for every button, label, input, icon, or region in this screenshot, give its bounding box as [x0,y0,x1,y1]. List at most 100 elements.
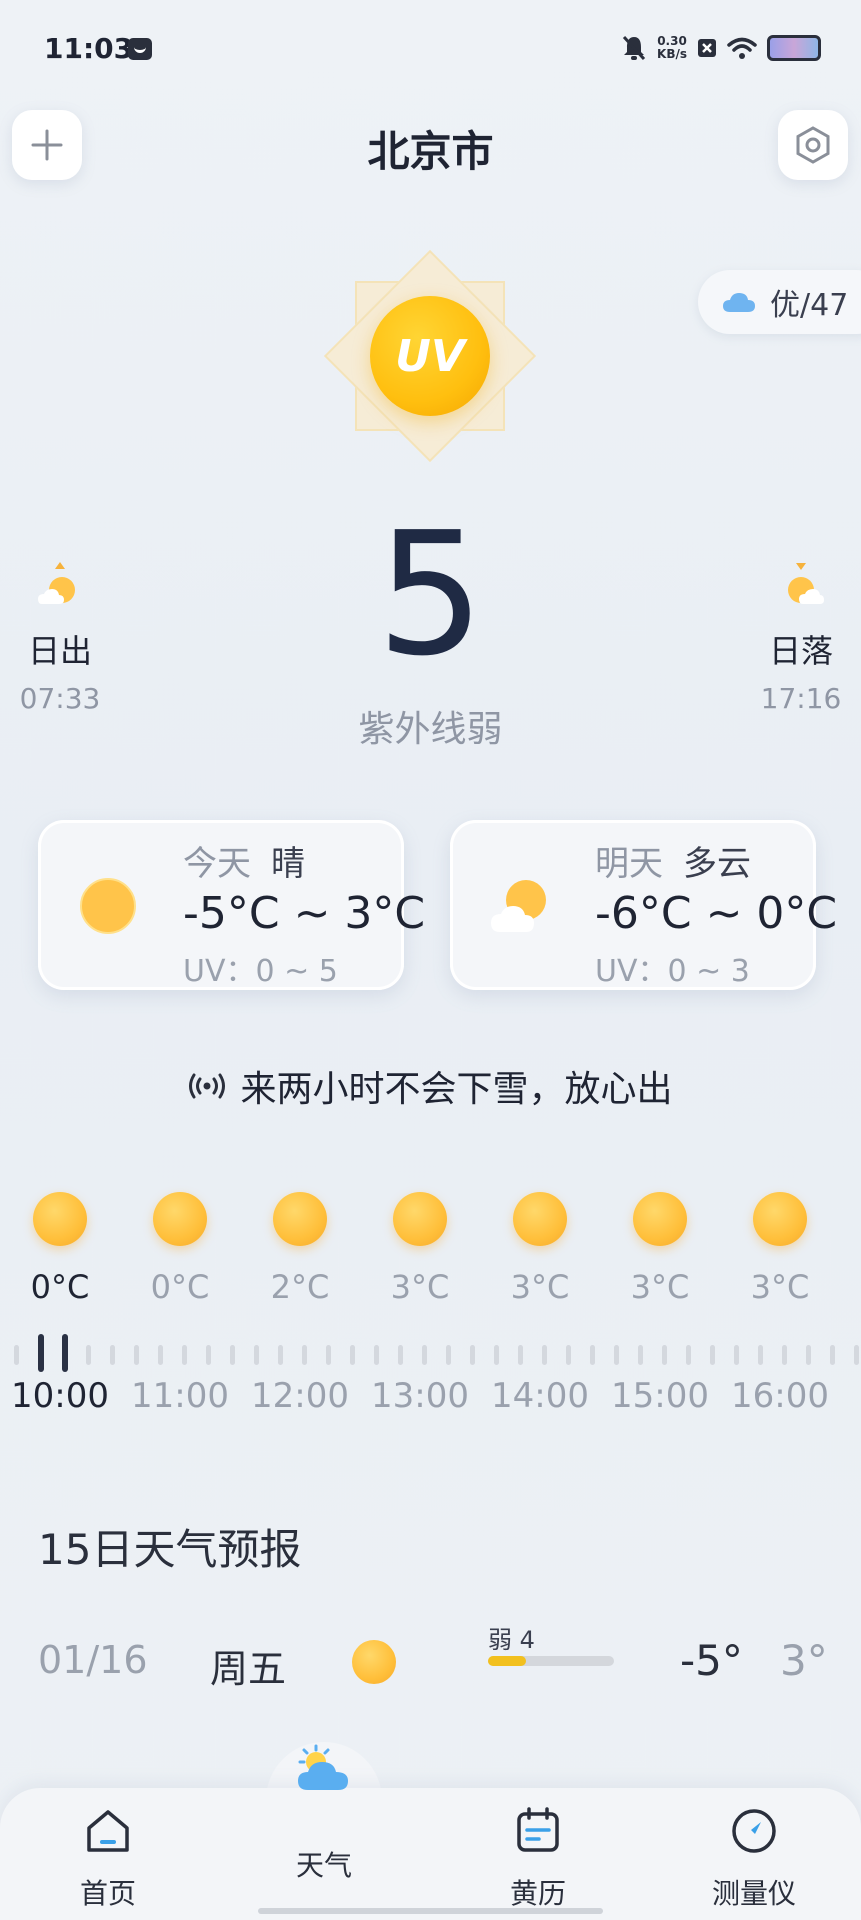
today-temp-range: -5°C ~ 3°C [183,888,425,939]
hour-column[interactable]: 0°C [120,1180,240,1306]
timeline-tick [542,1345,547,1365]
timeline-tick [638,1345,643,1365]
today-day: 今天 [183,844,251,884]
home-indicator [258,1908,603,1914]
calendar-icon [513,1806,563,1856]
hour-time: 16:00 [720,1376,840,1416]
aqi-pill[interactable]: 优/47 [698,270,861,334]
notice-text: 来两小时不会下雪，放心出 [240,1060,672,1112]
precipitation-notice[interactable]: 来两小时不会下雪，放心出 [0,1060,861,1112]
tomorrow-card[interactable]: 明天多云 -6°C ~ 0°C UV：0 ~ 3 [450,820,816,990]
uv-level-text: 紫外线弱 [0,700,861,752]
forecast-row[interactable]: 01/16 周五 弱 4 -5° 3° [0,1620,861,1700]
compass-icon [729,1806,779,1856]
nav-measure[interactable]: 测量仪 [664,1806,844,1912]
hour-temp: 3°C [720,1268,840,1306]
forecast-date: 01/16 [38,1638,148,1682]
hour-temp: 3°C [600,1268,720,1306]
timeline-tick [830,1345,835,1365]
hour-time: 13:00 [360,1376,480,1416]
hourly-timeline-ticks[interactable] [0,1330,861,1376]
timeline-tick [446,1345,451,1365]
timeline-tick [854,1345,859,1365]
timeline-tick [686,1345,691,1365]
city-title[interactable]: 北京市 [0,118,861,179]
nav-home-label: 首页 [18,1872,198,1912]
hour-column[interactable]: 0°C [0,1180,120,1306]
tomorrow-day: 明天 [595,844,663,884]
hour-time: 15:00 [600,1376,720,1416]
net-speed: 0.30 KB/s [657,35,687,61]
timeline-tick [86,1345,91,1365]
hour-temp: 0°C [0,1268,120,1306]
uv-badge: UV [320,246,540,466]
timeline-tick [350,1345,355,1365]
timeline-tick [494,1345,499,1365]
forecast-weekday: 周五 [210,1638,286,1693]
weather-cloud-icon [294,1744,354,1794]
timeline-tick [302,1345,307,1365]
tomorrow-uv-range: UV：0 ~ 3 [595,946,750,990]
tomorrow-condition: 多云 [683,844,751,884]
timeline-tick [710,1345,715,1365]
timeline-tick [806,1345,811,1365]
hour-column[interactable]: 2°C [240,1180,360,1306]
tomorrow-temp-range: -6°C ~ 0°C [595,888,837,939]
timeline-tick [278,1345,283,1365]
today-condition: 晴 [271,844,305,884]
sunny-icon [352,1640,396,1684]
status-bar: 11:03 0.30 KB/s [0,0,861,100]
timeline-active-tick [38,1334,44,1372]
timeline-tick [470,1345,475,1365]
broadcast-icon [188,1073,226,1099]
hour-time: 10:00 [0,1376,120,1416]
nav-calendar[interactable]: 黄历 [448,1806,628,1912]
today-uv-range: UV：0 ~ 5 [183,946,338,990]
home-icon [83,1806,133,1856]
hour-temp: 2°C [240,1268,360,1306]
nav-weather[interactable]: 天气 [234,1744,414,1884]
timeline-tick [374,1345,379,1365]
timeline-tick [758,1345,763,1365]
hourly-forecast[interactable]: 0°C10:000°C11:002°C12:003°C13:003°C14:00… [0,1180,861,1450]
forecast-high-temp: 3° [780,1636,828,1685]
cloud-icon [722,291,756,313]
hour-temp: 0°C [120,1268,240,1306]
nav-measure-label: 测量仪 [664,1872,844,1912]
settings-button[interactable] [778,110,848,180]
sunny-icon [633,1192,687,1246]
timeline-tick [614,1345,619,1365]
partly-cloudy-icon [490,876,550,936]
nav-home[interactable]: 首页 [18,1806,198,1912]
hour-temp: 3°C [360,1268,480,1306]
tomorrow-title: 明天多云 [595,836,751,885]
settings-hex-icon [793,125,833,165]
bottom-nav: 首页 天气 黄历 测量仪 [0,1788,861,1920]
timeline-tick [14,1345,19,1365]
status-time: 11:03 [44,32,133,65]
sunny-icon [153,1192,207,1246]
hour-time: 12:00 [240,1376,360,1416]
timeline-tick [662,1345,667,1365]
battery-icon [767,35,821,61]
hour-column[interactable]: 3°C [480,1180,600,1306]
timeline-tick [518,1345,523,1365]
nav-weather-label: 天气 [234,1844,414,1884]
forecast-low-temp: -5° [680,1636,743,1685]
hour-column[interactable]: 3°C [360,1180,480,1306]
timeline-tick [422,1345,427,1365]
mute-bell-icon [621,34,647,62]
timeline-tick [326,1345,331,1365]
timeline-tick [110,1345,115,1365]
hour-column[interactable]: 3°C [600,1180,720,1306]
sunny-icon [78,876,138,936]
wifi-icon [727,36,757,60]
message-notification-icon [128,38,152,60]
today-card[interactable]: 今天晴 -5°C ~ 3°C UV：0 ~ 5 [38,820,404,990]
uv-badge-core: UV [370,296,490,416]
hour-time: 11:00 [120,1376,240,1416]
uv-badge-label: UV [395,331,465,382]
hour-column[interactable]: 3°C [720,1180,840,1306]
forecast-uv-bar [488,1656,614,1666]
timeline-tick [398,1345,403,1365]
